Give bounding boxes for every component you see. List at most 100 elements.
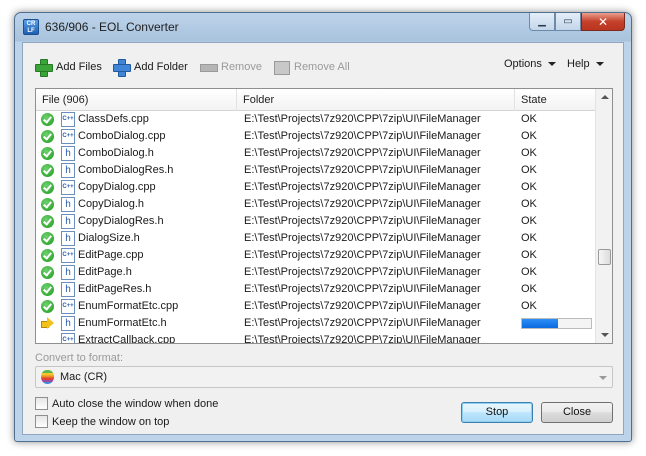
header-file-icon: h — [61, 231, 75, 246]
maximize-button[interactable]: ▭ — [555, 13, 581, 31]
column-header-file[interactable]: File (906) — [36, 89, 237, 111]
add-folder-icon — [113, 59, 131, 77]
minimize-icon: ▁ — [538, 16, 546, 27]
scrollbar-thumb[interactable] — [598, 249, 611, 265]
vertical-scrollbar[interactable] — [595, 89, 612, 343]
add-files-button[interactable]: Add Files — [35, 58, 102, 77]
file-name-cell: ComboDialog.h — [78, 147, 154, 159]
table-row[interactable]: C++ CopyDialog.cpp E:\Test\Projects\7z920\… — [36, 179, 596, 196]
ok-check-icon — [41, 181, 54, 194]
state-cell: OK — [521, 164, 537, 176]
ok-check-icon — [41, 164, 54, 177]
eol-converter-window: CR LF 636/906 - EOL Converter ▁ ▭ ✕ Add F… — [14, 12, 632, 442]
scroll-down-arrow-icon[interactable] — [596, 326, 612, 343]
state-cell: OK — [521, 300, 537, 312]
state-cell: OK — [521, 130, 537, 142]
state-cell: OK — [521, 113, 537, 125]
auto-close-checkbox-box[interactable] — [35, 397, 48, 410]
remove-all-icon — [273, 59, 290, 75]
column-header-folder[interactable]: Folder — [237, 89, 515, 111]
close-window-button[interactable]: ✕ — [581, 13, 625, 31]
state-cell: OK — [521, 266, 537, 278]
ok-check-icon — [41, 232, 54, 245]
table-row[interactable]: h ComboDialog.h E:\Test\Projects\7z920\CPP… — [36, 145, 596, 162]
column-header-state[interactable]: State — [515, 89, 596, 111]
help-chevron-down-icon — [595, 62, 604, 66]
table-row[interactable]: C++ EnumFormatEtc.cpp E:\Test\Projects\7z9… — [36, 298, 596, 315]
close-icon: ✕ — [597, 14, 609, 29]
auto-close-label: Auto close the window when done — [52, 397, 219, 410]
header-file-icon: h — [61, 316, 75, 331]
state-cell: OK — [521, 198, 537, 210]
remove-all-label: Remove All — [294, 61, 350, 73]
remove-all-button[interactable]: Remove All — [273, 58, 350, 76]
folder-cell: E:\Test\Projects\7z920\CPP\7zip\UI\FileM… — [244, 334, 481, 344]
cpp-file-icon: C++ — [61, 112, 75, 127]
auto-close-checkbox[interactable]: Auto close the window when done — [35, 397, 218, 410]
column-header-file-label: File (906) — [42, 94, 89, 106]
table-row[interactable]: C++ ExtractCallback.cpp E:\Test\Projects\7… — [36, 332, 596, 344]
cpp-file-icon: C++ — [61, 299, 75, 314]
file-name-cell: EditPage.h — [78, 266, 132, 278]
file-list[interactable]: File (906) Folder State C++ ClassDefs.cpp… — [35, 88, 613, 344]
minimize-button[interactable]: ▁ — [529, 13, 555, 31]
file-name-cell: EnumFormatEtc.h — [78, 317, 167, 329]
table-row[interactable]: h ComboDialogRes.h E:\Test\Projects\7z920\… — [36, 162, 596, 179]
table-row[interactable]: C++ ComboDialog.cpp E:\Test\Projects\7z920… — [36, 128, 596, 145]
help-menu[interactable]: Help — [567, 58, 604, 70]
keep-on-top-label: Keep the window on top — [52, 415, 170, 428]
convert-format-label: Convert to format: — [35, 352, 124, 364]
scroll-up-arrow-icon[interactable] — [596, 89, 612, 106]
table-row[interactable]: h EnumFormatEtc.h E:\Test\Projects\7z920\C… — [36, 315, 596, 332]
table-row[interactable]: h DialogSize.h E:\Test\Projects\7z920\CPP\… — [36, 230, 596, 247]
format-select-value: Mac (CR) — [60, 371, 108, 383]
state-progress-fill — [522, 319, 558, 328]
file-name-cell: EditPageRes.h — [78, 283, 152, 295]
folder-cell: E:\Test\Projects\7z920\CPP\7zip\UI\FileM… — [244, 300, 481, 312]
options-label: Options — [504, 58, 542, 70]
state-cell: OK — [521, 283, 537, 295]
state-progress-bar — [521, 318, 592, 329]
stop-button[interactable]: Stop — [461, 402, 533, 423]
header-file-icon: h — [61, 163, 75, 178]
ok-check-icon — [41, 266, 54, 279]
keep-on-top-checkbox-box[interactable] — [35, 415, 48, 428]
folder-cell: E:\Test\Projects\7z920\CPP\7zip\UI\FileM… — [244, 130, 481, 142]
state-cell: OK — [521, 232, 537, 244]
table-row[interactable]: C++ EditPage.cpp E:\Test\Projects\7z920\CP… — [36, 247, 596, 264]
file-name-cell: CopyDialog.cpp — [78, 181, 156, 193]
close-button[interactable]: Close — [541, 402, 613, 423]
help-label: Help — [567, 58, 590, 70]
file-name-cell: CopyDialog.h — [78, 198, 145, 210]
table-row[interactable]: h CopyDialog.h E:\Test\Projects\7z920\CPP\… — [36, 196, 596, 213]
folder-cell: E:\Test\Projects\7z920\CPP\7zip\UI\FileM… — [244, 317, 481, 329]
table-row[interactable]: h EditPageRes.h E:\Test\Projects\7z920\CPP… — [36, 281, 596, 298]
remove-button[interactable]: Remove — [200, 58, 262, 76]
apple-icon — [41, 370, 54, 384]
ok-check-icon — [41, 147, 54, 160]
options-menu[interactable]: Options — [504, 58, 556, 70]
ok-check-icon — [41, 130, 54, 143]
state-cell: OK — [521, 215, 537, 227]
window-title: 636/906 - EOL Converter — [45, 20, 179, 34]
file-name-cell: DialogSize.h — [78, 232, 140, 244]
file-name-cell: ComboDialogRes.h — [78, 164, 174, 176]
add-folder-button[interactable]: Add Folder — [113, 58, 188, 77]
add-files-icon — [35, 59, 53, 77]
ok-check-icon — [41, 300, 54, 313]
table-row[interactable]: C++ ClassDefs.cpp E:\Test\Projects\7z920\C… — [36, 111, 596, 128]
options-chevron-down-icon — [547, 62, 556, 66]
list-rows: C++ ClassDefs.cpp E:\Test\Projects\7z920\C… — [36, 111, 596, 344]
title-bar[interactable]: CR LF 636/906 - EOL Converter ▁ ▭ ✕ — [15, 13, 631, 42]
folder-cell: E:\Test\Projects\7z920\CPP\7zip\UI\FileM… — [244, 215, 481, 227]
keep-on-top-checkbox[interactable]: Keep the window on top — [35, 415, 169, 428]
file-name-cell: EditPage.cpp — [78, 249, 144, 261]
cpp-file-icon: C++ — [61, 129, 75, 144]
table-row[interactable]: h EditPage.h E:\Test\Projects\7z920\CPP\7z… — [36, 264, 596, 281]
eol-converter-app-icon[interactable]: CR LF — [23, 19, 39, 35]
processing-arrow-icon — [41, 317, 54, 330]
format-select[interactable]: Mac (CR) — [35, 366, 613, 388]
state-cell: OK — [521, 249, 537, 261]
cpp-file-icon: C++ — [61, 333, 75, 343]
table-row[interactable]: h CopyDialogRes.h E:\Test\Projects\7z920\C… — [36, 213, 596, 230]
